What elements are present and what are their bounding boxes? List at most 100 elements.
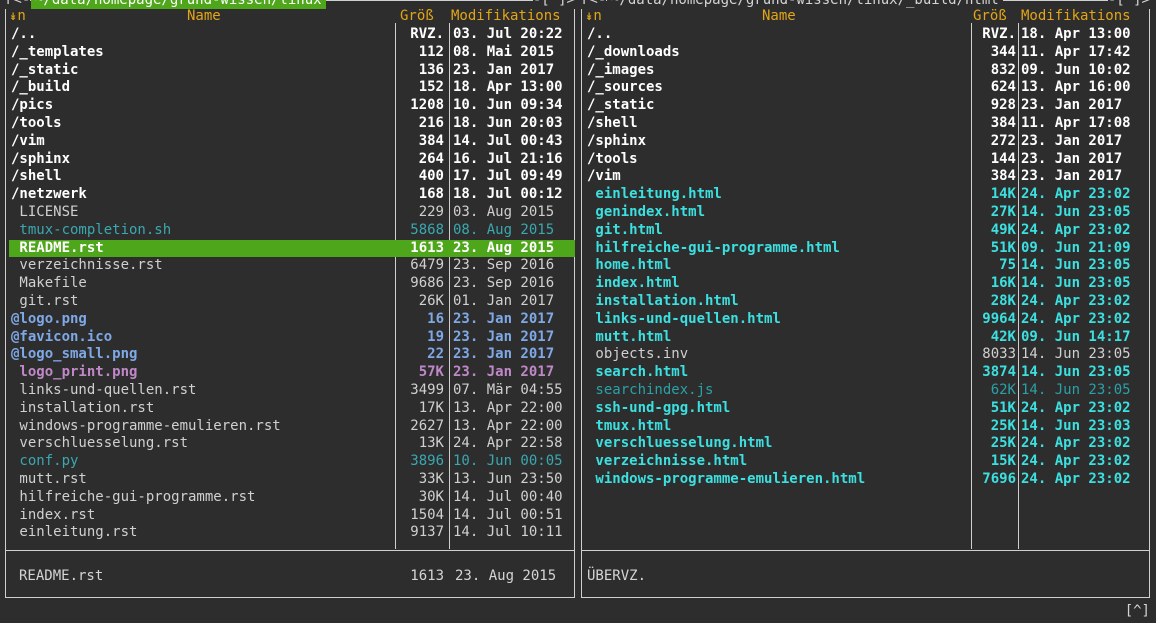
left-file-date: 23. Sep 2016 [453, 275, 555, 292]
right-file-row[interactable]: verschluesselung.html 25K 24. Apr 23:02 [581, 435, 1150, 453]
left-file-row[interactable]: git.rst 26K 01. Jan 2017 [5, 293, 575, 311]
left-file-row[interactable]: @logo.png 16 23. Jan 2017 [5, 311, 575, 329]
right-file-row[interactable]: /_static 928 23. Jan 2017 [581, 97, 1150, 115]
right-file-row[interactable]: git.html 49K 24. Apr 23:02 [581, 222, 1150, 240]
right-file-row[interactable]: /tools 144 23. Jan 2017 [581, 151, 1150, 169]
right-file-row[interactable]: /_sources 624 13. Apr 16:00 [581, 79, 1150, 97]
right-panel-path[interactable]: ~/data/homepage/grund-wissen/linux/_buil… [607, 0, 1003, 9]
left-file-row[interactable]: /_build 152 18. Apr 13:00 [5, 79, 575, 97]
left-file-list[interactable]: /.. RVZ. 03. Jul 20:22 /_templates 112 08. Ma… [5, 26, 575, 542]
right-file-date: 09. Jun 21:09 [1021, 239, 1131, 256]
right-panel[interactable]: r<- ~/data/homepage/grund-wissen/linux/_… [581, 0, 1150, 598]
right-file-row[interactable]: /vim 384 23. Jan 2017 [581, 168, 1150, 186]
right-file-row[interactable]: windows-programme-emulieren.html 7696 24. … [581, 471, 1150, 489]
left-file-row[interactable]: Makefile 9686 23. Sep 2016 [5, 275, 575, 293]
left-file-row[interactable]: hilfreiche-gui-programme.rst 30K 14. Jul 0… [5, 489, 575, 507]
left-file-row[interactable]: /_templates 112 08. Mai 2015 [5, 44, 575, 62]
left-file-name: @logo.png [11, 310, 87, 327]
right-file-row[interactable]: installation.html 28K 24. Apr 23:02 [581, 293, 1150, 311]
left-file-row[interactable]: links-und-quellen.rst 3499 07. Mär 04:55 [5, 382, 575, 400]
right-file-size: 16K [990, 275, 1016, 292]
command-line-button[interactable]: [^] [1125, 603, 1150, 619]
left-file-row[interactable]: verschluesselung.rst 13K 24. Apr 22:58 [5, 435, 575, 453]
right-file-row[interactable]: home.html 75 14. Jun 23:05 [581, 257, 1150, 275]
left-file-row[interactable]: @logo_small.png 22 23. Jan 2017 [5, 346, 575, 364]
left-header-date[interactable]: Modifikations [451, 7, 561, 25]
right-file-row[interactable]: search.html 3874 14. Jun 23:05 [581, 364, 1150, 382]
right-file-row[interactable]: searchindex.js 62K 14. Jun 23:05 [581, 382, 1150, 400]
right-header-date[interactable]: Modifikations [1021, 7, 1131, 25]
left-file-size: 1613 [410, 239, 444, 256]
left-file-row[interactable]: README.rst 1613 23. Aug 2015 [9, 239, 575, 258]
right-file-row[interactable]: hilfreiche-gui-programme.html 51K 09. Jun … [581, 240, 1150, 258]
left-file-row[interactable]: index.rst 1504 14. Jul 00:51 [5, 507, 575, 525]
left-file-row[interactable]: /netzwerk 168 18. Jul 00:12 [5, 186, 575, 204]
right-file-size: 384 [990, 168, 1016, 185]
left-file-size: 3499 [410, 381, 444, 398]
right-file-date: 24. Apr 23:02 [1021, 399, 1131, 416]
left-file-date: 03. Aug 2015 [453, 203, 555, 220]
left-file-size: 9137 [410, 524, 444, 541]
right-header-name[interactable]: Name [762, 7, 796, 25]
right-file-row[interactable]: /sphinx 272 23. Jan 2017 [581, 133, 1150, 151]
right-file-date: 14. Jun 23:05 [1021, 381, 1131, 398]
left-file-row[interactable]: einleitung.rst 9137 14. Jul 10:11 [5, 524, 575, 542]
right-file-list[interactable]: /.. RVZ. 18. Apr 13:00 /_downloads 344 11. Ap… [581, 26, 1150, 489]
right-file-row[interactable]: objects.inv 8033 14. Jun 23:05 [581, 346, 1150, 364]
right-file-row[interactable]: /_downloads 344 11. Apr 17:42 [581, 44, 1150, 62]
left-file-row[interactable]: /vim 384 14. Jul 00:43 [5, 133, 575, 151]
left-file-row[interactable]: /sphinx 264 16. Jul 21:16 [5, 151, 575, 169]
left-file-row[interactable]: conf.py 3896 10. Jun 00:05 [5, 453, 575, 471]
right-file-name: /_sources [587, 79, 663, 96]
left-file-size: 229 [418, 203, 444, 220]
right-file-row[interactable]: links-und-quellen.html 9964 24. Apr 23:02 [581, 311, 1150, 329]
left-file-row[interactable]: verzeichnisse.rst 6479 23. Sep 2016 [5, 257, 575, 275]
right-file-row[interactable]: tmux.html 25K 14. Jun 23:03 [581, 418, 1150, 436]
left-file-name: index.rst [11, 506, 96, 523]
left-file-row[interactable]: LICENSE 229 03. Aug 2015 [5, 204, 575, 222]
left-file-name: /_build [11, 79, 71, 96]
left-file-row[interactable]: /pics 1208 10. Jun 09:34 [5, 97, 575, 115]
right-file-size: 25K [990, 417, 1016, 434]
right-file-row[interactable]: mutt.html 42K 09. Jun 14:17 [581, 329, 1150, 347]
left-file-size: 1208 [410, 97, 444, 114]
right-file-name: verzeichnisse.html [587, 453, 748, 470]
right-file-size: 7696 [982, 470, 1016, 487]
left-sort-indicator[interactable]: ↡n [9, 7, 26, 25]
right-file-date: 11. Apr 17:08 [1021, 114, 1131, 131]
right-sort-indicator[interactable]: ↡n [585, 7, 602, 25]
left-file-row[interactable]: /tools 216 18. Jun 20:03 [5, 115, 575, 133]
right-file-row[interactable]: genindex.html 27K 14. Jun 23:05 [581, 204, 1150, 222]
right-file-row[interactable]: einleitung.html 14K 24. Apr 23:02 [581, 186, 1150, 204]
right-file-date: 24. Apr 23:02 [1021, 470, 1131, 487]
right-file-date: 18. Apr 13:00 [1021, 26, 1131, 42]
left-header-name[interactable]: Name [187, 7, 221, 25]
right-file-row[interactable]: /shell 384 11. Apr 17:08 [581, 115, 1150, 133]
left-file-row[interactable]: /_static 136 23. Jan 2017 [5, 62, 575, 80]
right-file-row[interactable]: verzeichnisse.html 15K 24. Apr 23:02 [581, 453, 1150, 471]
right-file-row[interactable]: index.html 16K 14. Jun 23:05 [581, 275, 1150, 293]
left-panel-path[interactable]: ~/data/homepage/grund-wissen/linux [31, 0, 326, 9]
left-file-row[interactable]: tmux-completion.sh 5868 08. Aug 2015 [5, 222, 575, 240]
left-file-name: /sphinx [11, 150, 71, 167]
left-file-row[interactable]: mutt.rst 33K 13. Jun 23:50 [5, 471, 575, 489]
left-panel[interactable]: r<- ~/data/homepage/grund-wissen/linux -… [5, 0, 575, 598]
right-file-name: mutt.html [587, 328, 672, 345]
right-file-row[interactable]: /_images 832 09. Jun 10:02 [581, 62, 1150, 80]
right-file-row[interactable]: /.. RVZ. 18. Apr 13:00 [581, 26, 1150, 44]
left-file-row[interactable]: logo_print.png 57K 23. Jan 2017 [5, 364, 575, 382]
left-file-name: links-und-quellen.rst [11, 381, 197, 398]
right-file-name: /_downloads [587, 43, 680, 60]
left-file-row[interactable]: @favicon.ico 19 23. Jan 2017 [5, 329, 575, 347]
left-file-row[interactable]: /.. RVZ. 03. Jul 20:22 [5, 26, 575, 44]
right-file-row[interactable]: ssh-und-gpg.html 51K 24. Apr 23:02 [581, 400, 1150, 418]
right-file-name: /sphinx [587, 132, 647, 149]
right-file-name: links-und-quellen.html [587, 310, 781, 327]
left-file-row[interactable]: installation.rst 17K 13. Apr 22:00 [5, 400, 575, 418]
right-header-size[interactable]: Größ [973, 7, 1007, 25]
left-file-date: 10. Jun 00:05 [453, 453, 563, 470]
left-header-size[interactable]: Größ [400, 7, 434, 25]
left-file-name: /vim [11, 132, 45, 149]
left-file-row[interactable]: /shell 400 17. Jul 09:49 [5, 168, 575, 186]
left-file-row[interactable]: windows-programme-emulieren.rst 2627 13. A… [5, 418, 575, 436]
